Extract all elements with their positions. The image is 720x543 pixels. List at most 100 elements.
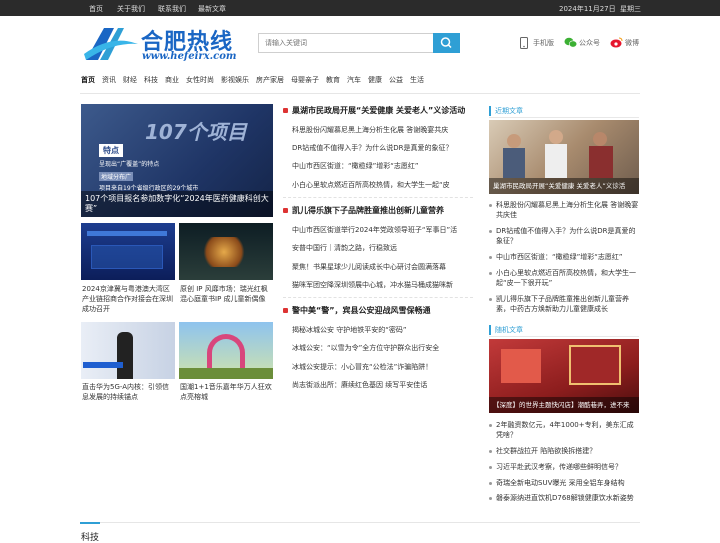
- nav-tech[interactable]: 科技: [144, 75, 158, 85]
- headline-2[interactable]: 凯儿得乐旗下子品牌胜童推出创新儿童营养: [292, 205, 444, 216]
- nav-health[interactable]: 健康: [368, 75, 382, 85]
- featured-banner[interactable]: 107个项目 特点 呈现出“广覆盖”的特点 地域分布广 项目来自19个省级行政区…: [81, 104, 273, 217]
- dot-icon: [489, 482, 492, 485]
- thumb-caption-4[interactable]: 国潮1+1音乐嘉年华万人狂欢点亮榕城: [180, 382, 274, 402]
- dot-icon: [489, 497, 492, 500]
- top-link-about[interactable]: 关于我们: [117, 4, 145, 14]
- nav-charity[interactable]: 公益: [389, 75, 403, 85]
- sidebar-item[interactable]: 中山市西区街道：“橄榄绿”增彩“志愿红”: [489, 252, 639, 262]
- top-bar: 首页 关于我们 联系我们 最新文章 2024年11月27日 星期三: [0, 0, 720, 16]
- dot-icon: [489, 272, 492, 275]
- logo-mark-icon[interactable]: [82, 24, 140, 64]
- divider: [283, 297, 473, 298]
- sidebar-item-label: 磐泰源纳进直饮机D768解锁健康饮水新姿势: [496, 494, 634, 502]
- banner-box-sub: 呈现出“广覆盖”的特点: [99, 161, 160, 168]
- list-item[interactable]: 小白心里软点燃近百所高校热情，和大学生一起“皮: [292, 180, 450, 190]
- nav-entertainment[interactable]: 影视娱乐: [221, 75, 249, 85]
- list-item[interactable]: 聚焦！书果星球少儿阅读成长中心研讨会圆满落幕: [292, 262, 446, 272]
- thumb-caption-3[interactable]: 直击华为5G-A内核：引领信息发展的持续锚点: [82, 382, 176, 402]
- headline-3[interactable]: 警中美“警”，宾县公安迎战风雪保畅通: [292, 305, 431, 316]
- thumb-image-3[interactable]: [81, 322, 175, 379]
- sidebar-item[interactable]: 凯儿得乐旗下子品牌胜童推出创新儿童营养素，中药古方焕新助力儿童健康成长: [489, 294, 639, 314]
- mobile-link[interactable]: 手机版: [533, 38, 554, 48]
- wechat-icon: [564, 37, 577, 48]
- search-button[interactable]: [433, 33, 460, 53]
- random-image[interactable]: 【深度】的世界主题快闪店】潮酷巷弄，进不来: [489, 339, 639, 413]
- nav-auto[interactable]: 汽车: [347, 75, 361, 85]
- thumb-image-1[interactable]: [81, 223, 175, 280]
- sidebar-item-label: 中山市西区街道：“橄榄绿”增彩“志愿红”: [496, 253, 623, 261]
- nav-life[interactable]: 生活: [410, 75, 424, 85]
- sidebar-item[interactable]: 磐泰源纳进直饮机D768解锁健康饮水新姿势: [489, 493, 639, 503]
- sidebar-item[interactable]: 2年融资数亿元，4年1000+专利，美东汇成凭啥？: [489, 420, 639, 440]
- list-item[interactable]: 尚志街派出所：赓续红色基因 续写平安佳话: [292, 380, 427, 390]
- dot-icon: [489, 256, 492, 259]
- list-item[interactable]: 科思股份闪耀慕尼黑上海分析生化展 答谢晚宴共庆: [292, 125, 448, 135]
- list-item[interactable]: 冰城公安：“以雪为令”全方位守护群众出行安全: [292, 343, 439, 353]
- headline-bullet: [283, 108, 288, 113]
- thumb-image-4[interactable]: [179, 322, 273, 379]
- nav-business[interactable]: 商业: [165, 75, 179, 85]
- top-link-latest[interactable]: 最新文章: [198, 4, 226, 14]
- top-link-home[interactable]: 首页: [89, 4, 103, 14]
- random-articles-title: 随机文章: [495, 326, 523, 334]
- nav-home[interactable]: 首页: [81, 75, 95, 85]
- dot-icon: [489, 424, 492, 427]
- list-item[interactable]: 安普中国行｜清韵之路，行稳致远: [292, 243, 397, 253]
- sidebar-item[interactable]: 社交群战拉开 陷陷欲换拆搭建？: [489, 446, 639, 456]
- nav-education[interactable]: 教育: [326, 75, 340, 85]
- search-input[interactable]: [258, 33, 434, 53]
- banner-box-title: 特点: [99, 144, 123, 157]
- sidebar-item[interactable]: 习近平赴武汉考察，传递哪些鲜明信号？: [489, 462, 639, 472]
- list-item[interactable]: 中山市西区街道：“橄榄绿”增彩“志愿红”: [292, 161, 419, 171]
- wechat-link[interactable]: 公众号: [579, 38, 600, 48]
- mobile-icon: [520, 37, 528, 49]
- nav-fashion[interactable]: 女性时尚: [186, 75, 214, 85]
- dot-icon: [489, 450, 492, 453]
- weibo-link[interactable]: 微博: [625, 38, 639, 48]
- recent-image-caption[interactable]: 巢湖市民政局开展“关爱健康 关爱老人”义诊活: [489, 178, 639, 194]
- list-item[interactable]: 猫咪军团空降深圳领展中心城，冲水猫马桶成猫咪新: [292, 280, 453, 290]
- random-image-caption[interactable]: 【深度】的世界主题快闪店】潮酷巷弄，进不来: [489, 397, 639, 413]
- top-date: 2024年11月27日: [559, 5, 616, 13]
- sidebar-item-label: 2年融资数亿元，4年1000+专利，美东汇成凭啥？: [496, 421, 634, 439]
- list-item[interactable]: 冰城公安提示：小心冒充“公检法”诈骗陷阱！: [292, 362, 432, 372]
- thumb-caption-2[interactable]: 原创 IP 风靡市场：瑞光红枫混心庭童书IP 成儿童新偶像: [180, 284, 274, 304]
- dot-icon: [489, 204, 492, 207]
- recent-image[interactable]: 巢湖市民政局开展“关爱健康 关爱老人”义诊活: [489, 120, 639, 194]
- sidebar-item-label: 小白心里软点燃近百所高校热情，和大学生一起“皮一下很开玩”: [496, 269, 636, 287]
- nav-news[interactable]: 资讯: [102, 75, 116, 85]
- section-title-tech[interactable]: 科技: [81, 530, 99, 543]
- sidebar-item[interactable]: 科思股份闪耀慕尼黑上海分析生化展 答谢晚宴共庆佳: [489, 200, 639, 220]
- nav-home-living[interactable]: 房产家居: [256, 75, 284, 85]
- section-divider: [80, 522, 640, 523]
- thumb-image-2[interactable]: [179, 223, 273, 280]
- section-marker: [489, 106, 491, 116]
- sidebar-item[interactable]: DR钻戒值不值得入手？为什么说DR是真爱的象征？: [489, 226, 639, 246]
- sidebar-item-label: 奇瑞全新电动SUV曝光 采用全铝车身结构: [496, 479, 625, 487]
- sidebar-item[interactable]: 奇瑞全新电动SUV曝光 采用全铝车身结构: [489, 478, 639, 488]
- sidebar-item-label: 科思股份闪耀慕尼黑上海分析生化展 答谢晚宴共庆佳: [496, 201, 639, 219]
- random-articles-header: 随机文章: [489, 325, 639, 337]
- list-item[interactable]: DR钻戒值不值得入手？为什么说DR是真爱的象征？: [292, 143, 453, 153]
- weibo-icon: [610, 37, 623, 48]
- section-marker: [80, 522, 100, 524]
- list-item[interactable]: 中山市西区街道举行2024年党政领导班子“军事日”活: [292, 225, 457, 235]
- dot-icon: [489, 230, 492, 233]
- featured-caption[interactable]: 107个项目报名参加数字化“2024年医药健康科创大赛”: [81, 191, 273, 217]
- site-header: 合肥热线 www.hefeirx.com 手机版 公众号 微博: [0, 16, 720, 68]
- sidebar-item-label: DR钻戒值不值得入手？为什么说DR是真爱的象征？: [496, 227, 636, 245]
- headline-bullet: [283, 208, 288, 213]
- nav-finance[interactable]: 财经: [123, 75, 137, 85]
- nav-parenting[interactable]: 母婴亲子: [291, 75, 319, 85]
- thumb-caption-1[interactable]: 2024京津冀与粤港澳大湾区产业链招商合作对接会在深圳成功召开: [82, 284, 176, 314]
- top-link-contact[interactable]: 联系我们: [158, 4, 186, 14]
- main-nav: 首页 资讯 财经 科技 商业 女性时尚 影视娱乐 房产家居 母婴亲子 教育 汽车…: [80, 72, 640, 88]
- sidebar-item-label: 凯儿得乐旗下子品牌胜童推出创新儿童营养素，中药古方焕新助力儿童健康成长: [496, 295, 629, 313]
- list-item[interactable]: 揭秘冰城公安 守护地铁平安的“密码”: [292, 325, 406, 335]
- sidebar-item[interactable]: 小白心里软点燃近百所高校热情，和大学生一起“皮一下很开玩”: [489, 268, 639, 288]
- headline-1[interactable]: 巢湖市民政局开展“关爱健康 关爱老人”义诊活动: [292, 105, 465, 116]
- top-weekday: 星期三: [620, 5, 641, 13]
- sidebar-item-label: 社交群战拉开 陷陷欲换拆搭建？: [496, 447, 597, 455]
- dot-icon: [489, 466, 492, 469]
